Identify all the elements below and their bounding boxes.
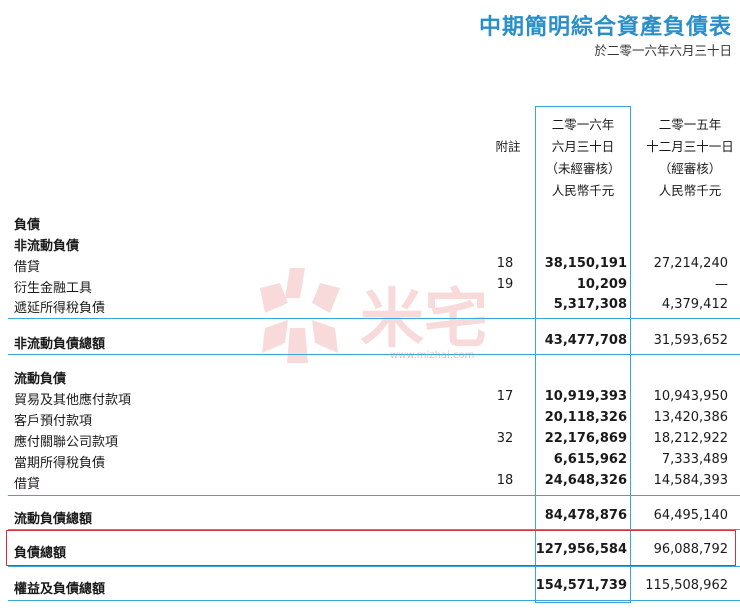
table-row: 借貸 18 24,648,326 14,584,393 <box>0 473 740 493</box>
row-current-value: 154,571,739 <box>535 578 627 593</box>
row-current-value: 5,317,308 <box>553 297 627 312</box>
row-previous-value: 13,420,386 <box>653 410 728 425</box>
section-non-current-liabilities: 非流動負債 <box>14 239 80 254</box>
row-current-value: 20,118,326 <box>544 410 627 425</box>
row-note: 18 <box>496 473 514 488</box>
page-title: 中期簡明綜合資產負債表 <box>478 15 732 40</box>
table-row-subtotal: 流動負債總額 84,478,876 64,495,140 <box>0 508 740 528</box>
row-label: 貿易及其他應付款項 <box>14 393 132 408</box>
previous-header-date: 十二月三十一日 <box>646 139 734 154</box>
table-row-total-liabilities: 負債總額 127,956,584 96,088,792 <box>0 542 740 562</box>
previous-header-audit: （經審核） <box>658 161 722 176</box>
note-column-header: 附註 <box>495 139 521 154</box>
table-row: 借貸 18 38,150,191 27,214,240 <box>0 256 740 276</box>
row-previous-value: 4,379,412 <box>661 297 728 312</box>
row-current-value: 22,176,869 <box>544 431 627 446</box>
row-previous-value: 27,214,240 <box>653 256 728 271</box>
row-label: 應付關聯公司款項 <box>14 435 119 450</box>
row-previous-value: 18,212,922 <box>653 431 728 446</box>
row-label: 遞延所得稅負債 <box>14 301 106 316</box>
current-header-year: 二零一六年 <box>551 117 615 132</box>
table-row-total-equity-liabilities: 權益及負債總額 154,571,739 115,508,962 <box>0 578 740 598</box>
row-previous-value: 64,495,140 <box>653 508 728 523</box>
divider <box>8 566 740 567</box>
row-previous-value: 115,508,962 <box>645 578 728 593</box>
page-subtitle: 於二零一六年六月三十日 <box>594 43 732 58</box>
row-current-value: 10,919,393 <box>544 389 627 404</box>
current-header-audit: （未經審核） <box>545 161 621 176</box>
row-previous-value: 14,584,393 <box>653 473 728 488</box>
current-header-unit: 人民幣千元 <box>551 183 615 198</box>
divider <box>8 495 740 496</box>
previous-header-unit: 人民幣千元 <box>658 183 722 198</box>
row-current-value: 24,648,326 <box>544 473 627 488</box>
table-row: 客戶預付款項 20,118,326 13,420,386 <box>0 410 740 430</box>
section-liabilities: 負債 <box>14 218 41 233</box>
table-row: 遞延所得稅負債 5,317,308 4,379,412 <box>0 297 740 317</box>
row-previous-value: 7,333,489 <box>661 452 728 467</box>
table-row: 貿易及其他應付款項 17 10,919,393 10,943,950 <box>0 389 740 409</box>
row-label: 權益及負債總額 <box>14 582 106 597</box>
divider <box>8 600 740 601</box>
table-row: 應付關聯公司款項 32 22,176,869 18,212,922 <box>0 431 740 451</box>
current-header-date: 六月三十日 <box>551 139 615 154</box>
row-note: 17 <box>496 389 514 404</box>
previous-header-year: 二零一五年 <box>658 117 722 132</box>
table-row: 當期所得稅負債 6,615,962 7,333,489 <box>0 452 740 472</box>
row-note: 19 <box>496 277 514 292</box>
row-current-value: 6,615,962 <box>553 452 627 467</box>
row-previous-value: 31,593,652 <box>653 333 728 348</box>
row-current-value: 43,477,708 <box>544 333 627 348</box>
row-current-value: 127,956,584 <box>535 542 627 557</box>
divider <box>8 354 740 355</box>
row-current-value: 10,209 <box>576 277 627 292</box>
row-note: 18 <box>496 256 514 271</box>
row-label: 衍生金融工具 <box>14 281 93 296</box>
row-previous-value: — <box>715 277 728 292</box>
divider <box>8 318 740 319</box>
table-row: 衍生金融工具 19 10,209 — <box>0 277 740 297</box>
row-label: 客戶預付款項 <box>14 414 93 429</box>
row-label: 借貸 <box>14 260 41 275</box>
row-label: 負債總額 <box>14 546 67 561</box>
table-row-subtotal: 非流動負債總額 43,477,708 31,593,652 <box>0 333 740 353</box>
row-current-value: 84,478,876 <box>544 508 627 523</box>
row-label: 當期所得稅負債 <box>14 456 106 471</box>
row-note: 32 <box>496 431 514 446</box>
row-label: 流動負債總額 <box>14 512 93 527</box>
row-label: 借貸 <box>14 477 41 492</box>
section-current-liabilities: 流動負債 <box>14 372 67 387</box>
row-previous-value: 96,088,792 <box>653 542 728 557</box>
row-current-value: 38,150,191 <box>544 256 627 271</box>
row-label: 非流動負債總額 <box>14 337 106 352</box>
row-previous-value: 10,943,950 <box>653 389 728 404</box>
